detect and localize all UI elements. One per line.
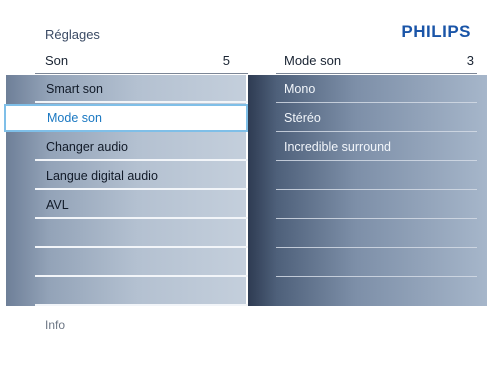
option-item-label: Stéréo: [284, 111, 321, 125]
option-item-empty: [276, 162, 477, 190]
menu-item-empty: [35, 278, 248, 306]
menu-item-label: Mode son: [47, 111, 102, 125]
right-menu-title: Mode son: [284, 53, 342, 68]
menu-item-langue-digital-audio[interactable]: Langue digital audio: [35, 162, 248, 190]
menu-item-label: Changer audio: [46, 140, 129, 154]
menu-item-changer-audio[interactable]: Changer audio: [35, 133, 248, 161]
option-item-empty: [276, 278, 477, 306]
divider: [276, 247, 477, 248]
option-item-empty: [276, 220, 477, 248]
divider: [276, 276, 477, 277]
right-menu-count: 3: [466, 53, 474, 68]
divider: [35, 246, 248, 248]
divider: [35, 188, 248, 190]
divider: [276, 189, 477, 190]
divider: [35, 217, 248, 219]
divider: [35, 159, 248, 161]
option-item-label: Mono: [284, 82, 316, 96]
option-item-label: Incredible surround: [284, 140, 392, 154]
option-item-incredible-surround[interactable]: Incredible surround: [276, 133, 477, 161]
menu-item-label: Smart son: [46, 82, 103, 96]
menu-item-mode-son[interactable]: Mode son: [4, 104, 248, 132]
info-label: Info: [45, 318, 66, 332]
divider: [35, 304, 248, 306]
menu-item-smart-son[interactable]: Smart son: [35, 75, 248, 103]
divider: [276, 160, 477, 161]
divider: [276, 218, 477, 219]
option-item-empty: [276, 249, 477, 277]
philips-logo: PHILIPS: [401, 22, 471, 41]
divider: [276, 131, 477, 132]
left-menu-count: 5: [222, 53, 230, 68]
divider: [35, 275, 248, 277]
menu-item-avl[interactable]: AVL: [35, 191, 248, 219]
menu-item-label: Langue digital audio: [46, 169, 158, 183]
option-item-stereo[interactable]: Stéréo: [276, 104, 477, 132]
menu-item-empty: [35, 220, 248, 248]
left-menu-header: Son 5: [35, 49, 248, 74]
menu-item-empty: [35, 249, 248, 277]
menu-item-label: AVL: [46, 198, 69, 212]
breadcrumb: Réglages: [45, 27, 100, 42]
divider: [276, 102, 477, 103]
option-item-empty: [276, 191, 477, 219]
divider: [35, 101, 248, 103]
left-menu-title: Son: [45, 53, 69, 68]
option-item-mono[interactable]: Mono: [276, 75, 477, 103]
right-menu-header: Mode son 3: [276, 49, 477, 74]
